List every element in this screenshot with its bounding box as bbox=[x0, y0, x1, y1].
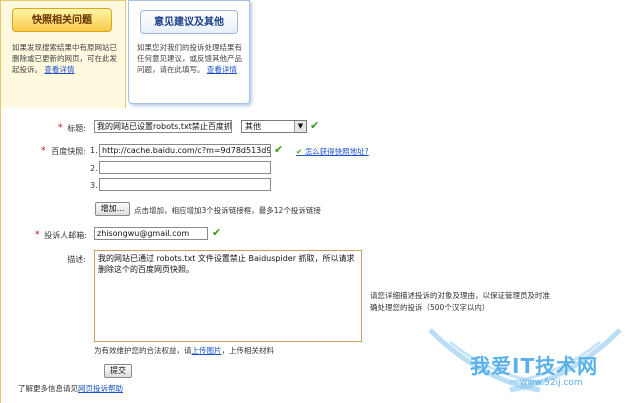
tab-feedback-desc: 如果您对我们的投诉处理结果有任何意见建议，或反馈其他产品问题，请在此填写。 查看… bbox=[137, 42, 245, 75]
snapshot-url-num-3: 3. bbox=[90, 181, 98, 190]
submit-button[interactable]: 提交 bbox=[104, 364, 132, 378]
email-label: 投诉人邮箱: bbox=[44, 231, 87, 240]
tab-snapshot-problems[interactable]: 快照相关问题 bbox=[12, 8, 112, 32]
title-check-icon: ✔ bbox=[310, 119, 320, 132]
add-url-button[interactable]: 增加... bbox=[95, 202, 130, 216]
email-required-mark: * bbox=[35, 230, 40, 240]
footer-help: 了解更多信息请见网页投诉帮助 bbox=[18, 383, 123, 394]
title-required-mark: * bbox=[58, 123, 63, 133]
watermark-url: www.52ij.com bbox=[520, 378, 583, 388]
help-icon: ✔ bbox=[296, 147, 303, 156]
description-side-note: 请您详细描述投诉的对象及理由，以保证管理员及时准确处理您的投诉（500个汉字以内… bbox=[370, 291, 550, 312]
category-select-value: 其他 bbox=[245, 122, 261, 131]
snapshot-url-input-1[interactable]: http://cache.baidu.com/c?m=9d78d513d9d70… bbox=[99, 144, 271, 157]
snapshot-help-link-text[interactable]: 怎么获得快照地址? bbox=[305, 147, 369, 156]
description-label: 描述: bbox=[67, 255, 86, 264]
footer-help-link[interactable]: 网页投诉帮助 bbox=[78, 384, 123, 393]
upload-image-link[interactable]: 上传图片 bbox=[192, 346, 222, 355]
tab-feedback[interactable]: 意见建议及其他 bbox=[140, 10, 238, 34]
description-textarea[interactable]: 我的网站已通过 robots.txt 文件设置禁止 Baiduspider 抓取… bbox=[94, 250, 362, 342]
title-label: 标题: bbox=[67, 124, 86, 133]
snapshot-url-num-1: 1. bbox=[90, 146, 98, 155]
add-url-hint: 点击增加，相应增加3个投诉链接框，最多12个投诉链接 bbox=[134, 206, 321, 215]
snapshot-check-icon: ✔ bbox=[274, 143, 284, 156]
email-check-icon: ✔ bbox=[212, 226, 222, 239]
snapshot-label: 百度快照: bbox=[51, 147, 86, 156]
tab-snapshot-detail-link[interactable]: 查看详情 bbox=[44, 65, 74, 74]
snapshot-help-link[interactable]: ✔ 怎么获得快照地址? bbox=[296, 146, 369, 157]
snapshot-required-mark: * bbox=[41, 146, 46, 156]
watermark-text: 我爱IT技术网 bbox=[470, 354, 599, 378]
title-input[interactable]: 我的网站已设置robots.txt禁止百度抓 bbox=[94, 120, 232, 133]
category-select[interactable]: 其他 ▼ bbox=[241, 120, 307, 133]
snapshot-url-input-2[interactable] bbox=[99, 161, 271, 174]
upload-rights-suffix: ，上传相关材料 bbox=[221, 346, 275, 355]
upload-rights-prefix: 为有效维护您的合法权益，请 bbox=[94, 346, 192, 355]
snapshot-url-num-2: 2. bbox=[90, 164, 98, 173]
tab-snapshot-desc: 如果发现搜索结果中有原网站已删除或已更新的网页，可在此发起投诉。 查看详情 bbox=[12, 42, 122, 75]
chevron-down-icon[interactable]: ▼ bbox=[294, 121, 306, 132]
upload-rights-note: 为有效维护您的合法权益，请上传图片，上传相关材料 bbox=[94, 345, 274, 356]
footer-help-prefix: 了解更多信息请见 bbox=[18, 384, 78, 393]
email-input[interactable]: zhisongwu@gmail.com bbox=[94, 227, 208, 240]
tab-feedback-detail-link[interactable]: 查看详情 bbox=[207, 65, 237, 74]
snapshot-url-input-3[interactable] bbox=[99, 178, 271, 191]
